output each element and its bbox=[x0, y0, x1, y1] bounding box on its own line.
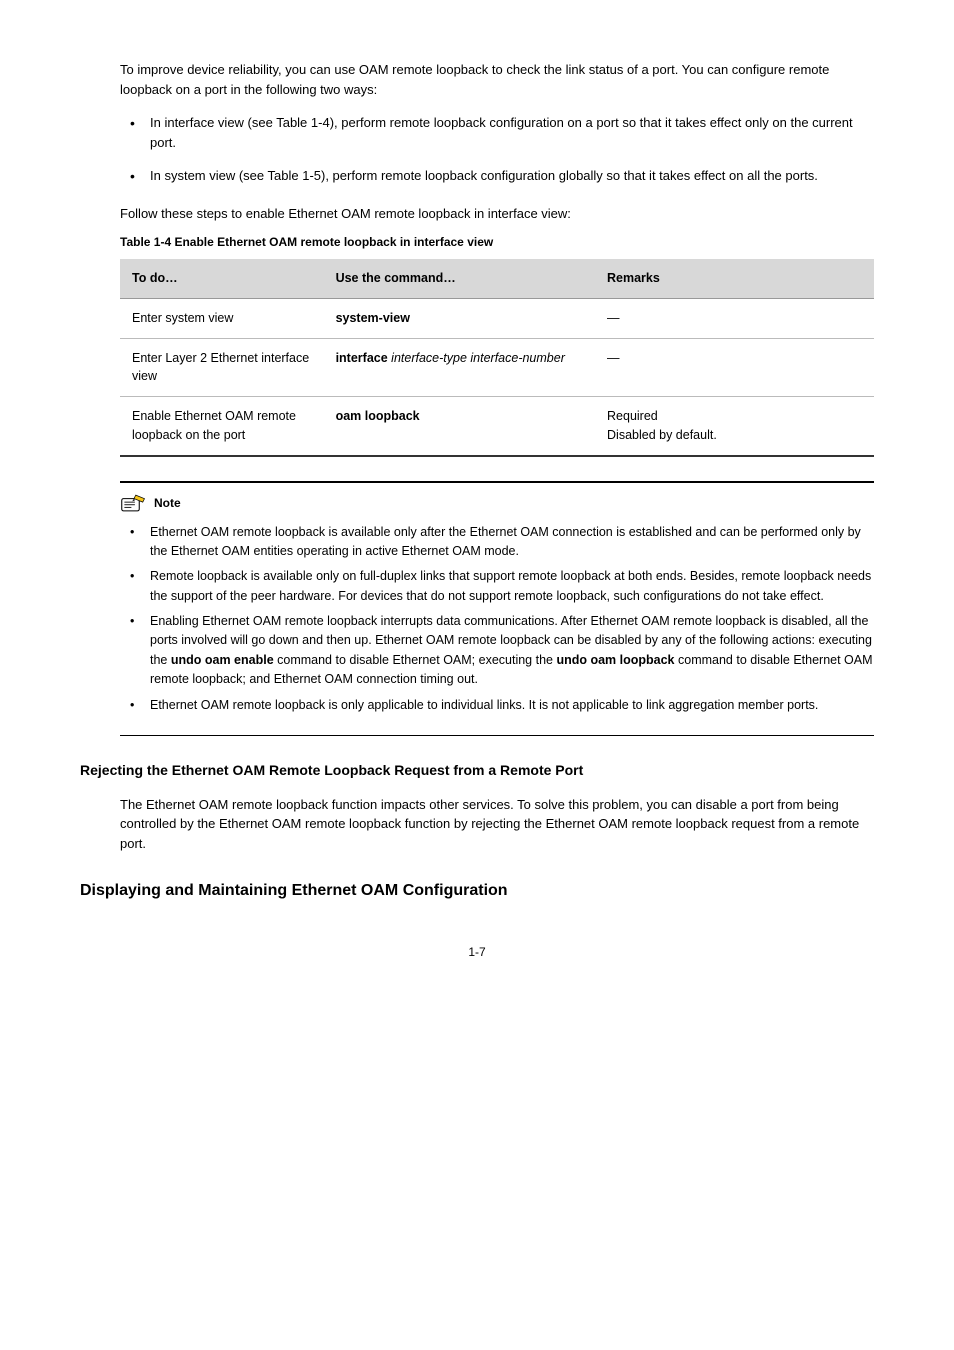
table-cell-remarks: Required Disabled by default. bbox=[595, 397, 874, 456]
cmd-bold: undo oam enable bbox=[171, 653, 274, 667]
table-row: Enter system view system-view — bbox=[120, 298, 874, 338]
top-bullet-list: In interface view (see Table 1-4), perfo… bbox=[120, 113, 874, 186]
list-item: In interface view (see Table 1-4), perfo… bbox=[120, 113, 874, 152]
sub-heading-rejecting: Rejecting the Ethernet OAM Remote Loopba… bbox=[80, 760, 874, 781]
list-item: Enabling Ethernet OAM remote loopback in… bbox=[120, 612, 874, 690]
table-cell-cmd: interface interface-type interface-numbe… bbox=[324, 338, 595, 397]
page-number: 1-7 bbox=[80, 943, 874, 961]
table-header-cell: Remarks bbox=[595, 259, 874, 298]
note-text: command to disable Ethernet OAM; executi… bbox=[274, 653, 557, 667]
list-item: Ethernet OAM remote loopback is availabl… bbox=[120, 523, 874, 562]
cmd-italic: interface-type interface-number bbox=[391, 351, 565, 365]
table-row: Enable Ethernet OAM remote loopback on t… bbox=[120, 397, 874, 456]
note-icon bbox=[120, 493, 148, 513]
note-header: Note bbox=[120, 493, 874, 513]
table-header-row: To do… Use the command… Remarks bbox=[120, 259, 874, 298]
table-cell-cmd: oam loopback bbox=[324, 397, 595, 456]
table-cell-remarks: — bbox=[595, 338, 874, 397]
list-item: Ethernet OAM remote loopback is only app… bbox=[120, 696, 874, 715]
list-item: In system view (see Table 1-5), perform … bbox=[120, 166, 874, 186]
section-heading-display: Displaying and Maintaining Ethernet OAM … bbox=[80, 879, 874, 903]
note-label: Note bbox=[154, 494, 181, 512]
rejecting-body: The Ethernet OAM remote loopback functio… bbox=[120, 795, 874, 854]
cmd-bold: undo oam loopback bbox=[556, 653, 674, 667]
cmd-bold: system-view bbox=[336, 311, 410, 325]
table-caption: Table 1-4 Enable Ethernet OAM remote loo… bbox=[120, 233, 874, 251]
cmd-bold: interface bbox=[336, 351, 392, 365]
list-item: Remote loopback is available only on ful… bbox=[120, 567, 874, 606]
intro-paragraph: To improve device reliability, you can u… bbox=[120, 60, 874, 99]
note-block: Note Ethernet OAM remote loopback is ava… bbox=[120, 481, 874, 736]
follow-steps-text: Follow these steps to enable Ethernet OA… bbox=[120, 204, 874, 224]
table-row: Enter Layer 2 Ethernet interface view in… bbox=[120, 338, 874, 397]
table-header-cell: Use the command… bbox=[324, 259, 595, 298]
config-table: To do… Use the command… Remarks Enter sy… bbox=[120, 259, 874, 457]
table-cell-remarks: — bbox=[595, 298, 874, 338]
note-list: Ethernet OAM remote loopback is availabl… bbox=[120, 523, 874, 715]
table-cell-todo: Enter system view bbox=[120, 298, 324, 338]
table-cell-todo: Enter Layer 2 Ethernet interface view bbox=[120, 338, 324, 397]
table-cell-todo: Enable Ethernet OAM remote loopback on t… bbox=[120, 397, 324, 456]
cmd-bold: oam loopback bbox=[336, 409, 420, 423]
table-cell-cmd: system-view bbox=[324, 298, 595, 338]
table-header-cell: To do… bbox=[120, 259, 324, 298]
